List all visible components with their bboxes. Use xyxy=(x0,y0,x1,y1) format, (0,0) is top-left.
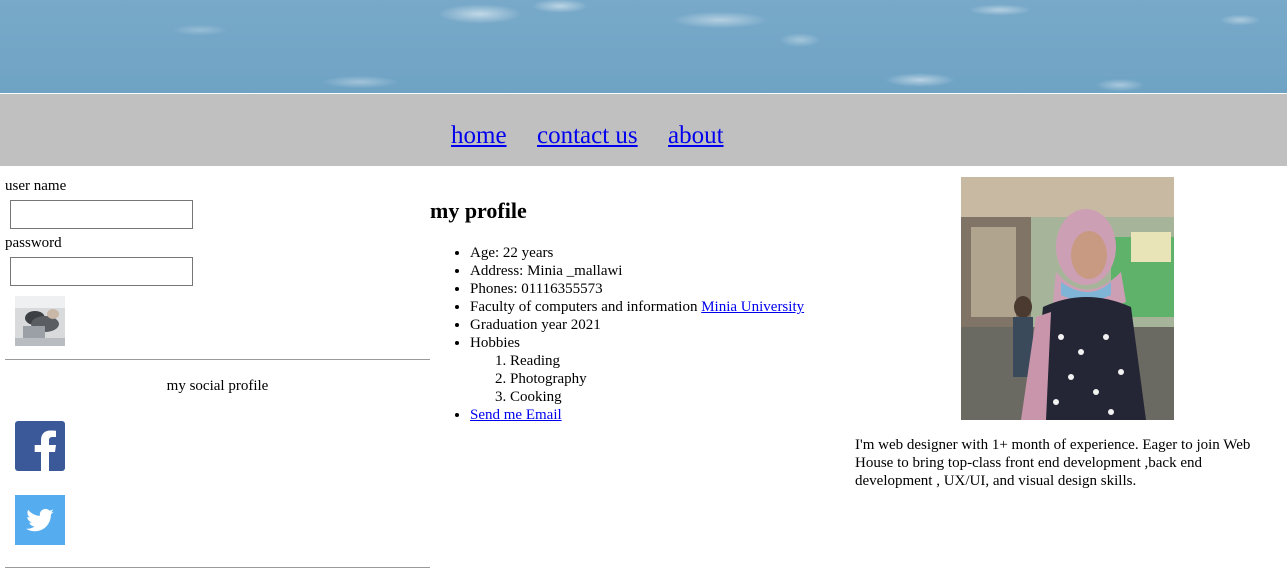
divider-bottom xyxy=(5,567,430,568)
hobbies-label: Hobbies xyxy=(470,335,520,351)
nav-link-about[interactable]: about xyxy=(668,122,724,150)
nav-link-contact[interactable]: contact us xyxy=(537,122,638,150)
twitter-icon[interactable] xyxy=(15,495,65,545)
profile-hobbies: Hobbies Reading Photography Cooking xyxy=(470,334,804,406)
login-thumbnail-image[interactable] xyxy=(15,296,65,346)
username-label: user name xyxy=(5,178,67,194)
profile-faculty-text: Faculty of computers and information xyxy=(470,299,702,315)
hobbies-list: Reading Photography Cooking xyxy=(470,352,804,406)
nav-link-home[interactable]: home xyxy=(451,122,507,150)
profile-details-list: Age: 22 years Address: Minia _mallawi Ph… xyxy=(430,244,804,424)
profile-age: Age: 22 years xyxy=(470,244,804,262)
university-link[interactable]: Minia University xyxy=(701,299,804,315)
password-label: password xyxy=(5,235,62,251)
social-profile-heading: my social profile xyxy=(166,378,269,394)
hobby-item: Cooking xyxy=(510,388,804,406)
hobby-item: Reading xyxy=(510,352,804,370)
about-description: I'm web designer with 1+ month of experi… xyxy=(855,437,1251,489)
nav-bar: home contact us about xyxy=(0,94,1287,166)
hobby-item: Photography xyxy=(510,370,804,388)
profile-faculty: Faculty of computers and information Min… xyxy=(470,298,804,316)
username-input[interactable] xyxy=(10,200,193,229)
profile-phones: Phones: 01116355573 xyxy=(470,280,804,298)
header-banner-image xyxy=(0,0,1287,93)
profile-graduation: Graduation year 2021 xyxy=(470,316,804,334)
profile-title: my profile xyxy=(430,198,527,223)
send-email-link[interactable]: Send me Email xyxy=(470,407,562,423)
profile-address: Address: Minia _mallawi xyxy=(470,262,804,280)
password-input[interactable] xyxy=(10,257,193,286)
profile-photo xyxy=(961,177,1174,420)
profile-email: Send me Email xyxy=(470,406,804,424)
divider-top xyxy=(5,359,430,360)
facebook-icon[interactable] xyxy=(15,421,65,471)
